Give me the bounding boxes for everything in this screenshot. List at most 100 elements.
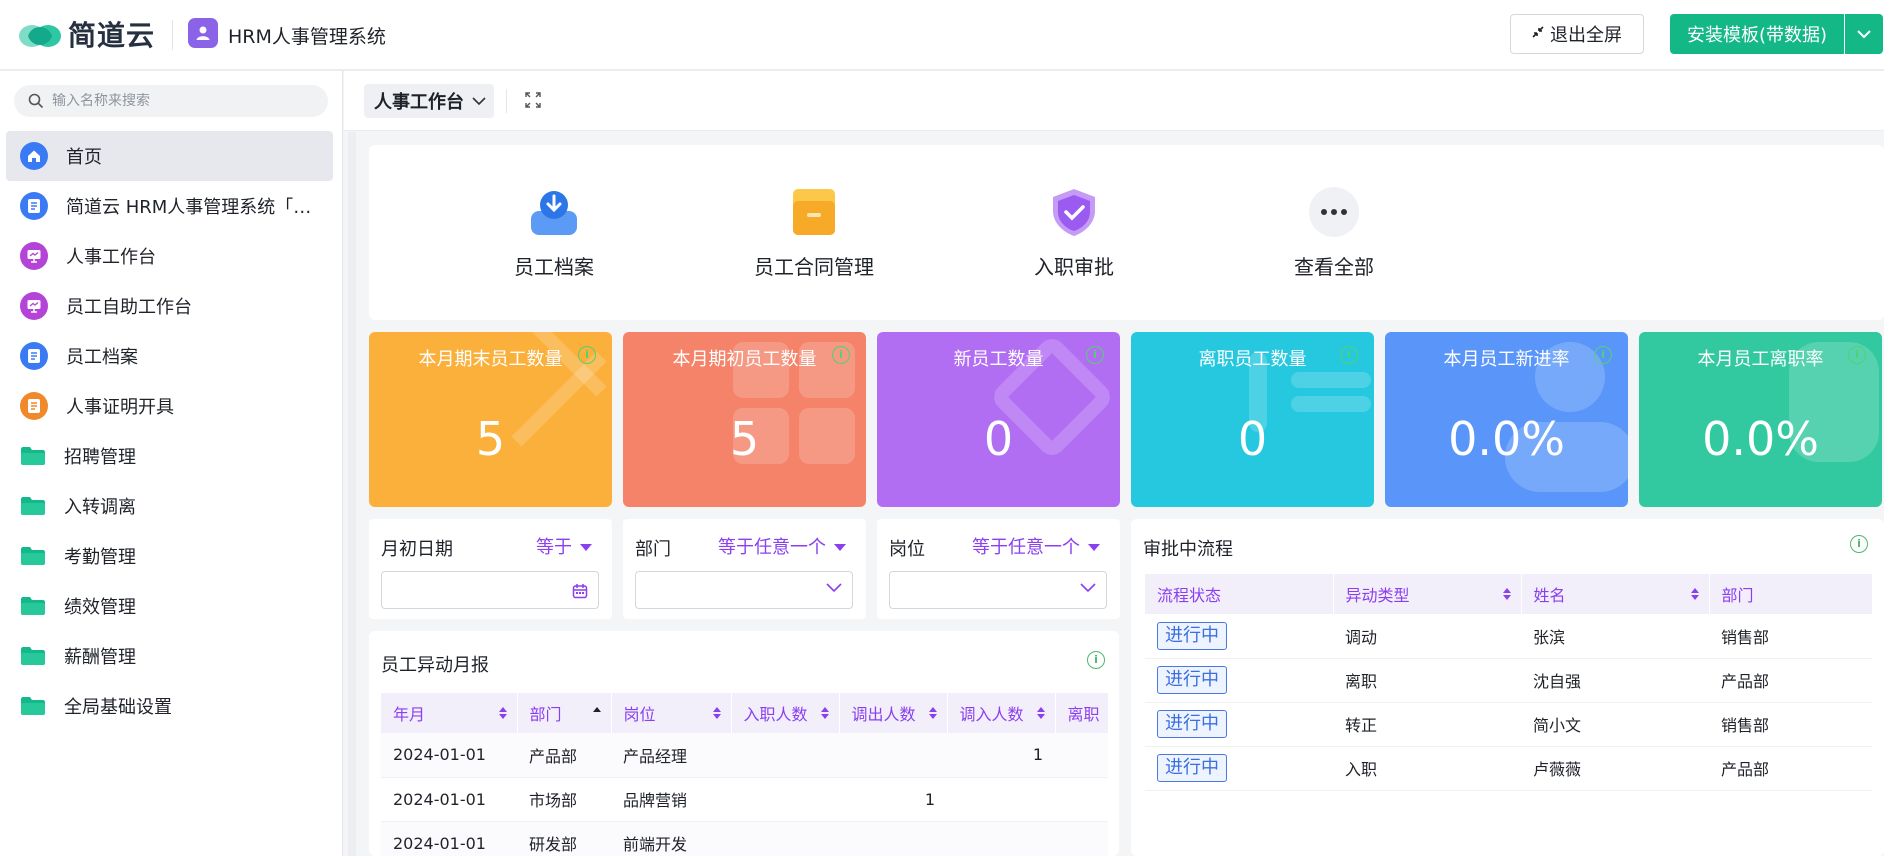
table-cell [731, 821, 839, 856]
stat-value: 5 [729, 412, 760, 466]
info-icon[interactable]: i [832, 346, 850, 364]
table-cell: 转正 [1333, 702, 1521, 747]
quick-link-label: 查看全部 [1294, 255, 1374, 279]
stat-card[interactable]: 本月期末员工数量 i 5 [369, 332, 612, 507]
quick-link-onboarding-approval[interactable]: 入职审批 [989, 185, 1159, 280]
sidebar-item[interactable]: 全局基础设置 [0, 681, 343, 731]
sort-asc-icon [592, 707, 601, 712]
sidebar-item[interactable]: 简道云 HRM人事管理系统「必读」 [0, 181, 343, 231]
table-row[interactable]: 进行中 调动 张滨 销售部 [1145, 614, 1872, 659]
sidebar-item-label: 员工自助工作台 [66, 297, 192, 318]
table-cell: 沈自强 [1521, 658, 1709, 703]
table-row[interactable]: 进行中 转正 简小文 销售部 [1145, 702, 1872, 747]
filter-operator[interactable]: 等于任意一个 [972, 533, 1100, 559]
stat-value: 5 [475, 412, 506, 466]
column-header-label: 流程状态 [1157, 586, 1222, 605]
filter-operator[interactable]: 等于 [536, 533, 592, 559]
department-select[interactable] [635, 571, 853, 609]
column-header-label: 异动类型 [1345, 586, 1410, 605]
folder-icon [20, 546, 46, 566]
chevron-down-icon [1857, 29, 1871, 38]
quick-link-view-all[interactable]: 查看全部 [1249, 185, 1419, 280]
search-box[interactable] [14, 85, 328, 117]
install-template-button[interactable]: 安装模板(带数据) [1670, 14, 1844, 54]
contract-folder-icon [787, 185, 841, 239]
fullscreen-icon[interactable] [524, 91, 544, 111]
sidebar-item[interactable]: 员工自助工作台 [0, 281, 343, 331]
column-header[interactable]: 调入人数 [947, 693, 1056, 733]
sidebar-item[interactable]: 绩效管理 [0, 581, 343, 631]
stat-card[interactable]: 新员工数量 i 0 [877, 332, 1120, 507]
sidebar-item[interactable]: 招聘管理 [0, 431, 343, 481]
top-bar: 简道云 HRM人事管理系统 退出全屏 安装模板(带数据) [0, 0, 1884, 70]
quick-link-contract[interactable]: 员工合同管理 [729, 185, 899, 280]
table-cell [839, 733, 947, 778]
table-cell: 2024-01-01 [381, 777, 517, 822]
column-header-label: 岗位 [623, 705, 656, 724]
position-select[interactable] [889, 571, 1107, 609]
column-header[interactable]: 部门 [1709, 574, 1873, 614]
table-cell: 品牌营销 [611, 777, 731, 822]
table-row[interactable]: 进行中 入职 卢薇薇 产品部 [1145, 746, 1872, 791]
column-header[interactable]: 入职人数 [731, 693, 840, 733]
info-icon[interactable]: i [1340, 346, 1358, 364]
stat-card[interactable]: 本月期初员工数量 i 5 [623, 332, 866, 507]
table-row[interactable]: 进行中 离职 沈自强 产品部 [1145, 658, 1872, 703]
sidebar-item[interactable]: 入转调离 [0, 481, 343, 531]
column-header[interactable]: 部门 [517, 693, 612, 733]
info-icon[interactable]: i [1594, 346, 1612, 364]
brand-logo[interactable]: 简道云 [18, 14, 155, 54]
info-icon[interactable]: i [1850, 535, 1868, 553]
filter-operator[interactable]: 等于任意一个 [718, 533, 846, 559]
column-header[interactable]: 流程状态 [1145, 574, 1334, 614]
info-icon[interactable]: i [1848, 346, 1866, 364]
sidebar-item-label: 简道云 HRM人事管理系统「必读」 [66, 197, 328, 218]
info-icon[interactable]: i [1087, 651, 1105, 669]
stat-value: 0.0% [1702, 412, 1819, 466]
status-cell: 进行中 [1145, 658, 1333, 703]
sidebar: 首页简道云 HRM人事管理系统「必读」人事工作台员工自助工作台员工档案人事证明开… [0, 71, 343, 856]
filter-label: 岗位 [889, 539, 925, 560]
caret-down-icon [834, 544, 846, 551]
info-icon[interactable]: i [1086, 346, 1104, 364]
table-cell: 张滨 [1521, 614, 1709, 659]
date-picker-input[interactable] [381, 571, 599, 609]
column-header-label: 部门 [529, 705, 562, 724]
quick-link-employee-file[interactable]: 员工档案 [469, 185, 639, 280]
table-row[interactable]: 2024-01-01 市场部 品牌营销 1 [381, 777, 1108, 822]
column-header[interactable]: 年月 [381, 693, 518, 733]
table-row[interactable]: 2024-01-01 产品部 产品经理 1 [381, 733, 1108, 778]
table-row[interactable]: 2024-01-01 研发部 前端开发 [381, 821, 1108, 856]
search-icon [28, 93, 44, 109]
column-header[interactable]: 姓名 [1521, 574, 1710, 614]
info-icon[interactable]: i [578, 346, 596, 364]
column-header[interactable]: 调出人数 [839, 693, 948, 733]
table-cell: 市场部 [517, 777, 611, 822]
sidebar-item[interactable]: 人事工作台 [0, 231, 343, 281]
sidebar-item[interactable]: 考勤管理 [0, 531, 343, 581]
stat-card[interactable]: 本月员工离职率 i 0.0% [1639, 332, 1882, 507]
exit-fullscreen-button[interactable]: 退出全屏 [1510, 14, 1644, 54]
search-input[interactable] [52, 93, 312, 109]
chevron-down-icon [826, 583, 842, 593]
sidebar-item[interactable]: 人事证明开具 [0, 381, 343, 431]
column-header[interactable]: 岗位 [611, 693, 732, 733]
sidebar-item[interactable]: 员工档案 [0, 331, 343, 381]
quick-link-label: 员工档案 [514, 255, 594, 279]
sidebar-item[interactable]: 首页 [6, 131, 333, 181]
approvals-table: 流程状态 异动类型 姓名 部门 进行中 调动 张滨 销售部 进行中 离职 沈自强 产品部 进行中 转正简… [1145, 574, 1873, 791]
workspace-selector[interactable]: 人事工作台 [364, 84, 494, 118]
column-header-label: 年月 [393, 705, 426, 724]
stat-card[interactable]: 本月员工新进率 i 0.0% [1385, 332, 1628, 507]
brand-logo-icon [18, 14, 62, 54]
column-header[interactable]: 离职 [1055, 693, 1109, 733]
sidebar-item-label: 人事工作台 [66, 247, 156, 268]
column-header[interactable]: 异动类型 [1333, 574, 1522, 614]
sidebar-item[interactable]: 薪酬管理 [0, 631, 343, 681]
brand-name: 简道云 [68, 19, 156, 52]
stat-card[interactable]: 离职员工数量 i 0 [1131, 332, 1374, 507]
scrollbar-track[interactable] [348, 132, 356, 856]
caret-down-icon [1088, 544, 1100, 551]
install-dropdown-button[interactable] [1845, 14, 1883, 54]
stat-value: 0.0% [1448, 412, 1565, 466]
